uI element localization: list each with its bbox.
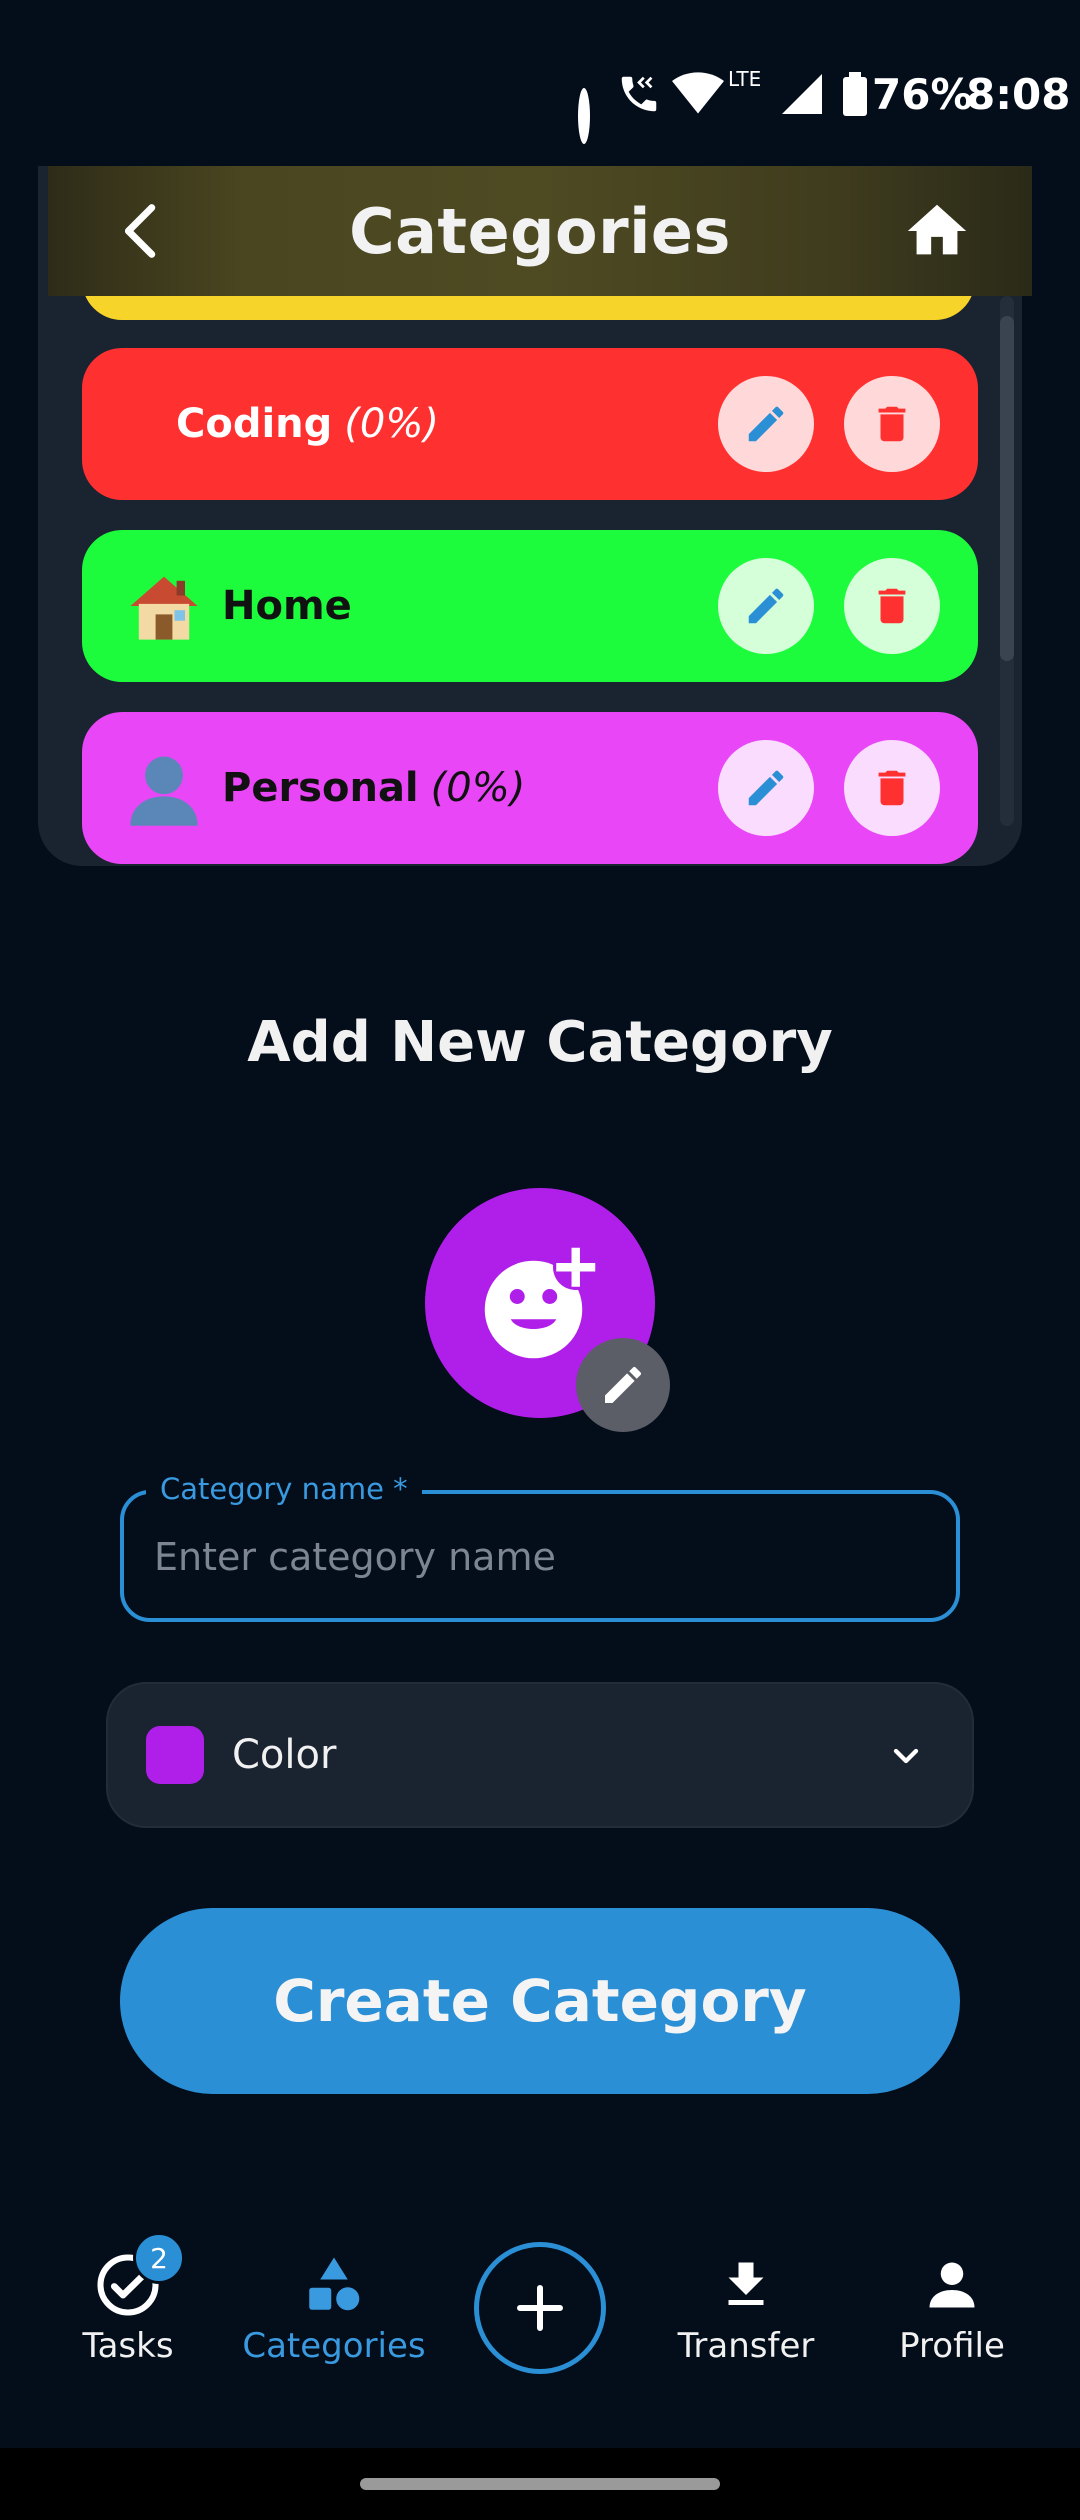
delete-category-button[interactable] — [844, 740, 940, 836]
notification-dot-icon — [578, 88, 590, 144]
status-bar: LTE 76% 8:08 — [0, 0, 1080, 160]
category-name-input[interactable] — [154, 1524, 914, 1590]
category-row-home[interactable]: Home — [82, 530, 978, 682]
shapes-icon — [299, 2250, 369, 2320]
clock: 8:08 — [966, 69, 1071, 119]
edit-emoji-button[interactable] — [576, 1338, 670, 1432]
page-title: Categories — [349, 194, 731, 268]
nav-tasks[interactable]: 2 Tasks — [28, 2232, 228, 2400]
nav-tasks-label: Tasks — [82, 2326, 174, 2366]
battery-percent: 76% — [872, 69, 973, 119]
add-task-button[interactable] — [474, 2242, 606, 2374]
create-category-button[interactable]: Create Category — [120, 1908, 960, 2094]
category-name: Personal — [222, 765, 419, 811]
add-emoji-icon — [484, 1244, 599, 1359]
home-icon — [907, 204, 967, 255]
pencil-icon — [748, 406, 784, 442]
trash-icon — [878, 588, 906, 624]
scrollbar-thumb[interactable] — [1000, 316, 1014, 661]
check-circle-icon: 2 — [93, 2232, 185, 2320]
chevron-down-icon — [893, 1748, 919, 1764]
category-percent: (0%) — [344, 401, 439, 447]
house-icon — [114, 556, 214, 656]
edit-category-button[interactable] — [718, 376, 814, 472]
category-name-field[interactable]: Category name * — [120, 1472, 960, 1622]
nav-profile-label: Profile — [899, 2326, 1005, 2366]
edit-category-button[interactable] — [718, 740, 814, 836]
color-swatch — [146, 1726, 204, 1784]
category-name-label: Category name * — [146, 1472, 422, 1506]
chevron-left-icon — [124, 204, 156, 258]
delete-category-button[interactable] — [844, 558, 940, 654]
nav-profile[interactable]: Profile — [852, 2250, 1052, 2400]
edit-category-button[interactable] — [718, 558, 814, 654]
bottom-navigation: 2 Tasks Categories Transfer Profile — [0, 2200, 1080, 2448]
download-icon — [711, 2250, 781, 2320]
home-gesture-handle[interactable] — [360, 2478, 720, 2490]
category-percent: (0%) — [430, 765, 526, 811]
color-select-label: Color — [232, 1732, 337, 1778]
wifi-icon — [672, 66, 724, 122]
nav-transfer-label: Transfer — [677, 2326, 815, 2366]
wifi-call-icon — [616, 66, 662, 122]
back-button[interactable] — [108, 196, 178, 266]
signal-icon — [782, 66, 822, 122]
pencil-icon — [748, 770, 784, 806]
category-name: Coding — [176, 401, 333, 447]
home-button[interactable] — [902, 196, 972, 266]
delete-category-button[interactable] — [844, 376, 940, 472]
color-select[interactable]: Color — [106, 1682, 974, 1828]
screen: LTE 76% 8:08 Categories Coding (0%) Home… — [0, 0, 1080, 2520]
nav-transfer[interactable]: Transfer — [646, 2250, 846, 2400]
category-name: Home — [222, 583, 352, 629]
add-category-title: Add New Category — [247, 1010, 833, 1075]
person-icon — [917, 2250, 987, 2320]
pencil-icon — [748, 588, 784, 624]
tasks-badge: 2 — [133, 2232, 185, 2284]
category-row-personal[interactable]: Personal (0%) — [82, 712, 978, 864]
pencil-icon — [605, 1366, 641, 1403]
trash-icon — [878, 406, 906, 442]
plus-icon — [517, 2285, 563, 2331]
category-row-coding[interactable]: Coding (0%) — [82, 348, 978, 500]
network-type: LTE — [728, 67, 762, 91]
battery-icon — [842, 66, 868, 122]
nav-categories-label: Categories — [242, 2326, 426, 2366]
trash-icon — [878, 770, 906, 806]
app-header: Categories — [48, 166, 1032, 296]
nav-categories[interactable]: Categories — [234, 2250, 434, 2400]
person-silhouette-icon — [114, 738, 214, 838]
